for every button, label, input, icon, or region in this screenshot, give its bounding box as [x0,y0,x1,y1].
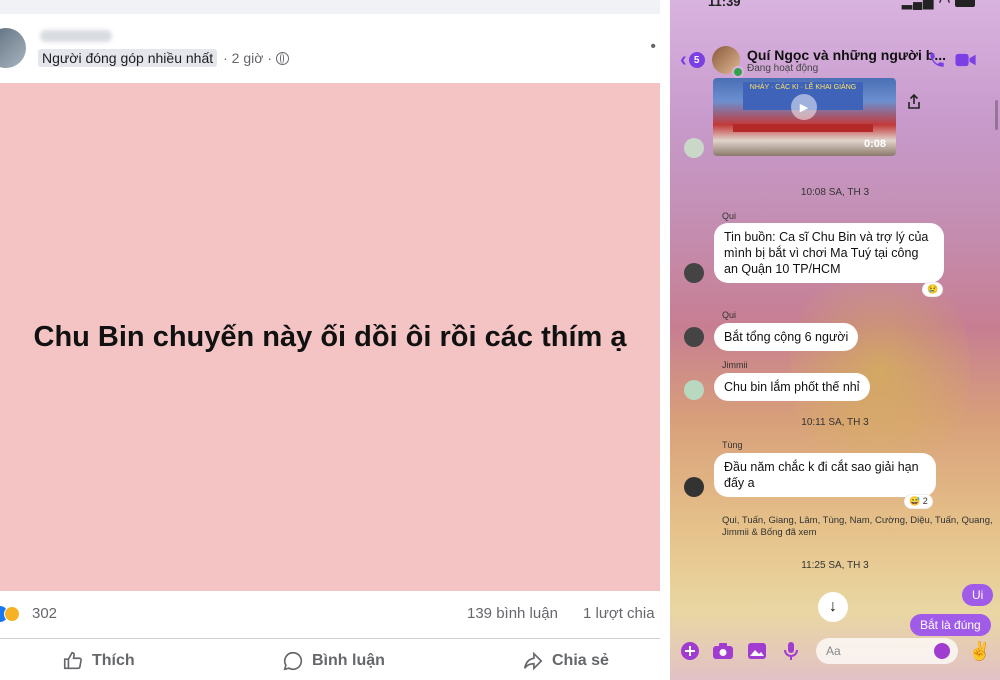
globe-icon [275,51,289,65]
sender-name: Tùng [722,440,743,450]
post-stats: 302 139 bình luận 1 lượt chia [0,600,660,628]
reaction-count[interactable]: 302 [32,605,57,622]
phone-icon[interactable] [928,51,946,69]
sender-avatar[interactable] [684,327,704,347]
group-name[interactable]: Quí Ngọc và những người b... [747,47,946,63]
sender-name: Jimmii [722,360,748,370]
comment-count[interactable]: 139 bình luận [467,605,558,622]
share-arrow-icon [523,651,543,671]
sender-name: Qui [722,310,737,320]
sender-avatar[interactable] [684,263,704,283]
facebook-post: Người đóng góp nhiều nhất · 2 giờ · • Ch… [0,0,660,680]
message-input[interactable]: Aa [816,638,958,664]
message-bubble[interactable]: Tin buồn: Ca sĩ Chu Bin và trợ lý của mì… [714,223,944,283]
sender-avatar[interactable] [684,380,704,400]
status-bar: 11:39 ▂▄▆ ◠ [670,0,1000,10]
timestamp: 10:11 SA, TH 3 [801,417,869,428]
comment-button[interactable]: Bình luận [282,650,385,672]
video-stage [733,124,873,132]
share-count[interactable]: 1 lượt chia [583,605,655,622]
image-icon[interactable] [747,641,767,661]
more-options-icon[interactable]: • [650,38,656,56]
video-camera-icon[interactable] [955,53,977,67]
message-reaction[interactable]: 😢 [922,282,944,297]
share-icon[interactable] [907,94,921,110]
microphone-icon[interactable] [781,641,801,661]
like-button[interactable]: Thích [62,650,135,672]
message-bubble[interactable]: Bắt tổng cộng 6 người [714,323,859,351]
haha-reaction-icon [4,606,20,622]
sender-avatar[interactable] [684,477,704,497]
message-reaction[interactable]: 😅 2 [904,494,933,509]
chevron-left-icon: ‹ [680,49,687,71]
author-avatar[interactable] [0,28,26,68]
scrollbar[interactable] [995,100,998,130]
divider [0,638,660,639]
message-bubble[interactable]: Chu bin lắm phốt thế nhỉ [714,373,870,401]
post-actions: Thích Bình luận Chia sẻ [0,640,660,680]
like-label: Thích [92,652,135,669]
seen-by[interactable]: Qui, Tuấn, Giang, Lâm, Tùng, Nam, Cường,… [722,515,994,539]
share-label: Chia sẻ [552,652,609,669]
online-indicator [732,66,744,78]
like-hand-icon[interactable]: ✌ [969,641,991,661]
share-button[interactable]: Chia sẻ [522,650,609,672]
sender-avatar[interactable] [684,138,704,158]
emoji-icon[interactable] [934,643,950,659]
plus-icon[interactable] [680,641,700,661]
post-time[interactable]: · 2 giờ · [223,50,272,66]
battery-icon [955,0,976,8]
play-icon[interactable]: ▶ [791,94,817,120]
video-duration: 0:08 [863,138,886,150]
message-composer: Aa ✌ [670,636,1000,666]
unread-badge: 5 [688,52,705,68]
comment-label: Bình luận [312,652,385,669]
video-attachment[interactable]: NHẢY · CÁC KI · LỄ KHAI GIẢNG ▶ 0:08 [713,78,896,156]
sender-name: Qui [722,211,737,221]
timestamp: 11:25 SA, TH 3 [801,560,869,571]
top-contributor-badge: Người đóng góp nhiều nhất [38,49,218,67]
camera-icon[interactable] [713,641,733,661]
signal-wifi-icons: ▂▄▆ ◠ [902,0,976,10]
outgoing-message[interactable]: Bắt là đúng [910,614,991,636]
post-meta: Người đóng góp nhiều nhất · 2 giờ · [38,48,289,68]
input-placeholder: Aa [826,644,841,658]
group-status: Đang hoạt động [747,63,819,74]
post-content: Chu Bin chuyến này ối dồi ôi rồi các thí… [0,83,660,591]
back-button[interactable]: ‹ 5 [680,50,705,70]
image-separator [660,0,670,680]
timestamp: 10:08 SA, TH 3 [800,187,870,198]
author-name-blurred [40,30,112,42]
thumbs-up-icon [63,651,82,670]
outgoing-message[interactable]: Ui [962,584,994,606]
comment-bubble-icon [283,651,303,671]
top-strip [0,0,660,14]
status-time: 11:39 [708,0,741,9]
post-text: Chu Bin chuyến này ối dồi ôi rồi các thí… [33,320,627,353]
message-bubble[interactable]: Đầu năm chắc k đi cắt sao giải hạn đấy a [714,453,936,497]
messenger-screenshot: 11:39 ▂▄▆ ◠ ‹ 5 Quí Ngọc và những người … [670,0,1000,680]
arrow-down-icon[interactable]: ↓ [818,592,848,622]
